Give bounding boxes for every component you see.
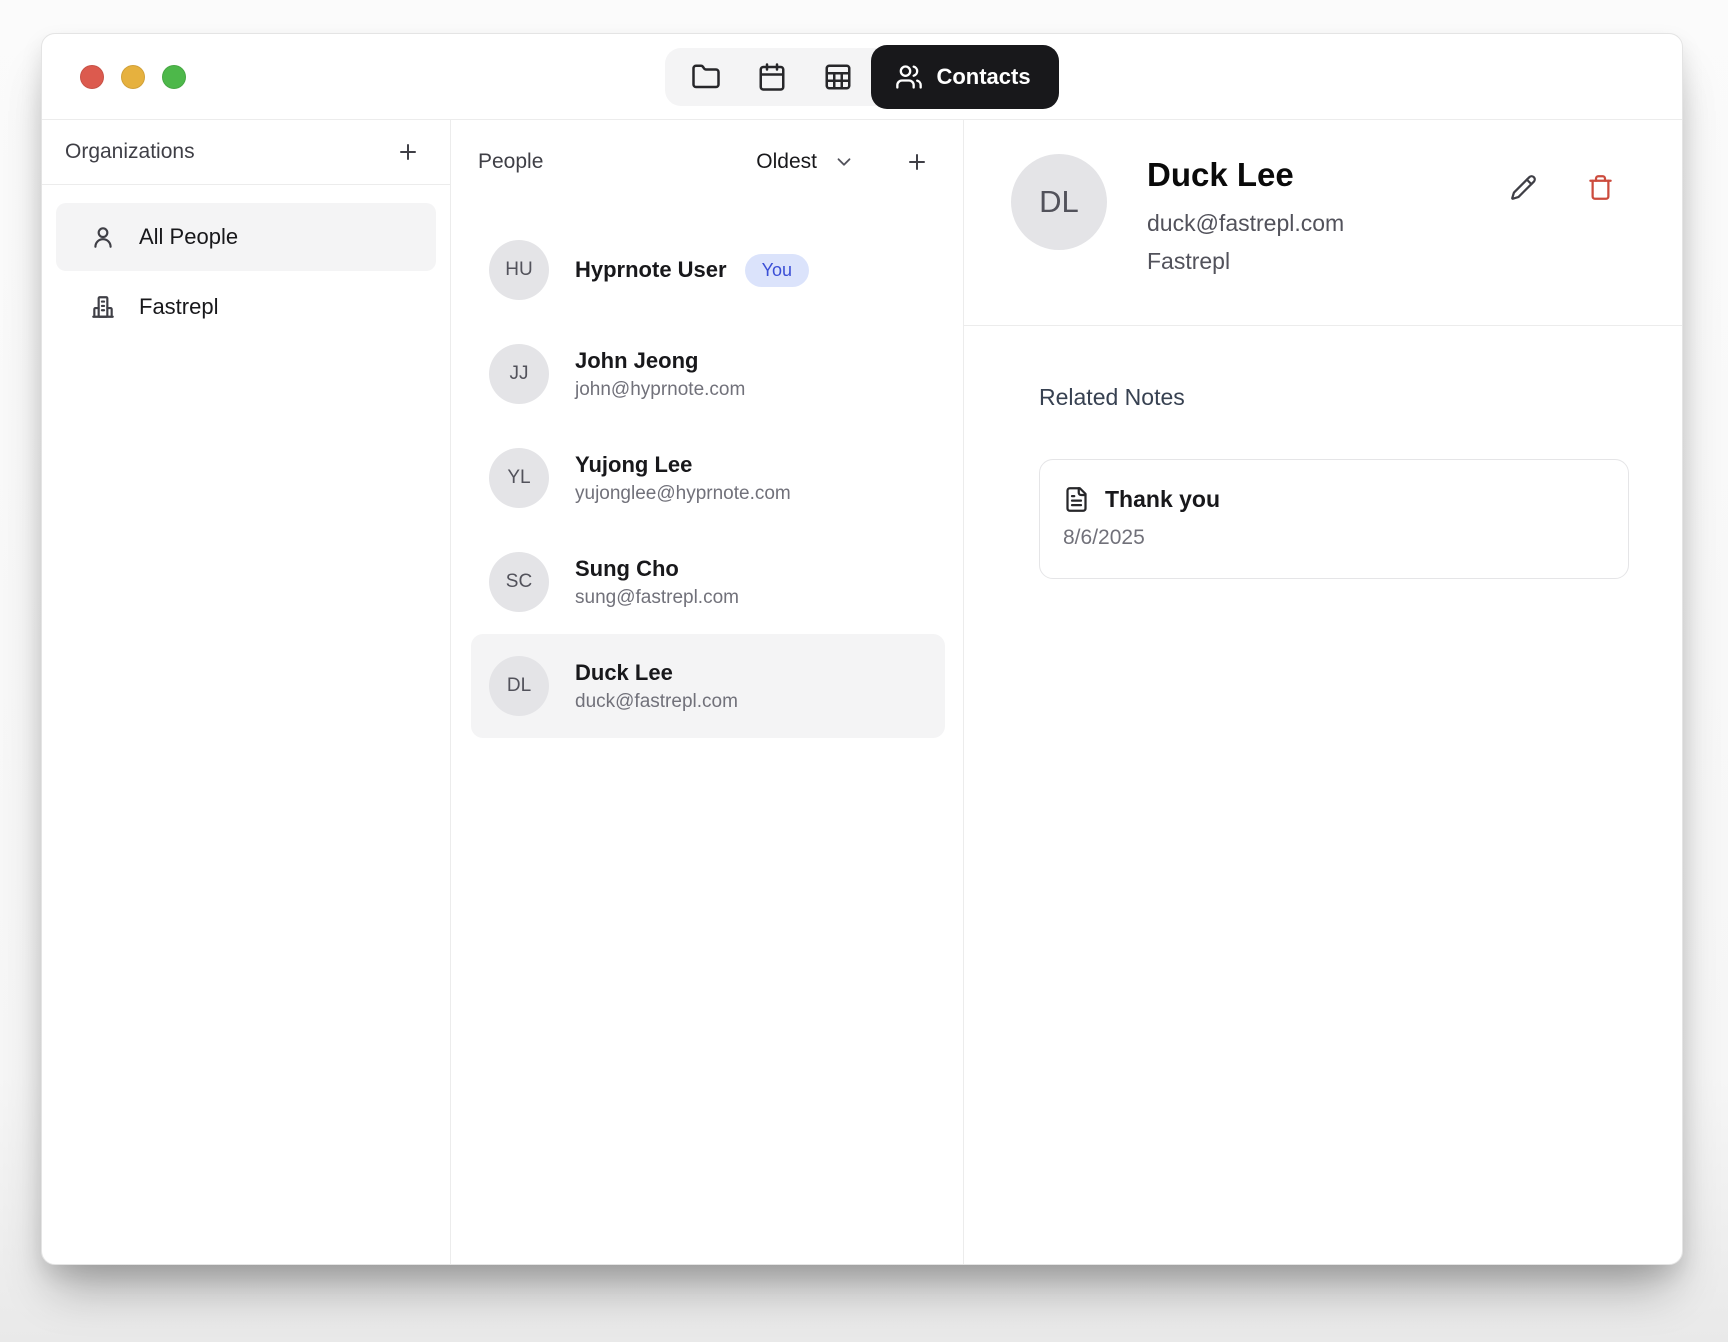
app-window: Contacts Organizations All People [41,33,1683,1265]
add-organization-button[interactable] [392,136,424,168]
tab-calendar[interactable] [739,48,805,106]
file-text-icon [1063,486,1090,513]
contact-detail-panel: DL Duck Lee duck@fastrepl.com Fastrepl [964,120,1682,1264]
contact-detail-header: DL Duck Lee duck@fastrepl.com Fastrepl [964,120,1682,326]
person-email: sung@fastrepl.com [575,587,739,609]
person-email: john@hyprnote.com [575,379,745,401]
table-icon [823,62,853,92]
person-icon [90,224,116,250]
contact-organization: Fastrepl [1147,248,1344,275]
note-title: Thank you [1105,486,1220,513]
edit-contact-button[interactable] [1506,170,1541,205]
contact-actions [1506,170,1618,205]
person-row-sung-cho[interactable]: SC Sung Cho sung@fastrepl.com [471,530,945,634]
person-row-hyprnote-user[interactable]: HU Hyprnote User You [471,218,945,322]
plus-icon [396,140,420,164]
person-row-yujong-lee[interactable]: YL Yujong Lee yujonglee@hyprnote.com [471,426,945,530]
sidebar-item-fastrepl[interactable]: Fastrepl [56,273,436,341]
organizations-header: Organizations [42,120,450,185]
contact-name: Duck Lee [1147,156,1344,194]
contact-email: duck@fastrepl.com [1147,210,1344,237]
avatar: DL [489,656,549,716]
delete-contact-button[interactable] [1583,170,1618,205]
tab-contacts[interactable]: Contacts [871,45,1058,109]
note-date: 8/6/2025 [1063,526,1604,550]
minimize-button[interactable] [121,65,145,89]
titlebar: Contacts [42,34,1682,119]
avatar: DL [1011,154,1107,250]
avatar: YL [489,448,549,508]
organizations-sidebar: Organizations All People [42,120,451,1264]
people-panel: People Oldest HU [451,120,964,1264]
plus-icon [905,150,929,174]
main-columns: Organizations All People [42,119,1682,1264]
calendar-icon [757,62,787,92]
person-email: yujonglee@hyprnote.com [575,483,791,505]
users-icon [895,63,923,91]
person-name: Duck Lee [575,660,738,686]
people-title: People [478,150,543,174]
you-badge: You [745,254,809,287]
folder-icon [691,62,721,92]
organizations-list: All People Fastrepl [42,185,450,359]
building-icon [90,294,116,320]
trash-icon [1587,174,1614,201]
close-button[interactable] [80,65,104,89]
people-list: HU Hyprnote User You JJ John Jeong john@… [451,204,963,738]
view-switcher: Contacts [665,48,1058,106]
sidebar-item-label: Fastrepl [139,294,218,320]
pencil-icon [1510,174,1537,201]
person-name: Sung Cho [575,556,739,582]
zoom-button[interactable] [162,65,186,89]
organizations-title: Organizations [65,140,195,164]
person-email: duck@fastrepl.com [575,691,738,713]
person-row-duck-lee[interactable]: DL Duck Lee duck@fastrepl.com [471,634,945,738]
add-person-button[interactable] [901,146,933,178]
tab-table[interactable] [805,48,871,106]
tab-notes[interactable] [673,48,739,106]
avatar: JJ [489,344,549,404]
related-notes-title: Related Notes [1039,384,1629,411]
person-row-john-jeong[interactable]: JJ John Jeong john@hyprnote.com [471,322,945,426]
avatar: SC [489,552,549,612]
sort-dropdown[interactable]: Oldest [756,150,855,174]
sort-value: Oldest [756,150,817,174]
person-name: John Jeong [575,348,745,374]
chevron-down-icon [833,151,855,173]
people-header: People Oldest [451,120,963,204]
related-note-card[interactable]: Thank you 8/6/2025 [1039,459,1629,579]
avatar: HU [489,240,549,300]
contact-detail-body: Related Notes Thank you 8/6/2025 [964,326,1682,579]
sidebar-item-all-people[interactable]: All People [56,203,436,271]
person-name: Yujong Lee [575,452,791,478]
person-name: Hyprnote User [575,257,727,283]
traffic-lights [80,65,186,89]
sidebar-item-label: All People [139,224,238,250]
contacts-tab-label: Contacts [936,64,1030,90]
